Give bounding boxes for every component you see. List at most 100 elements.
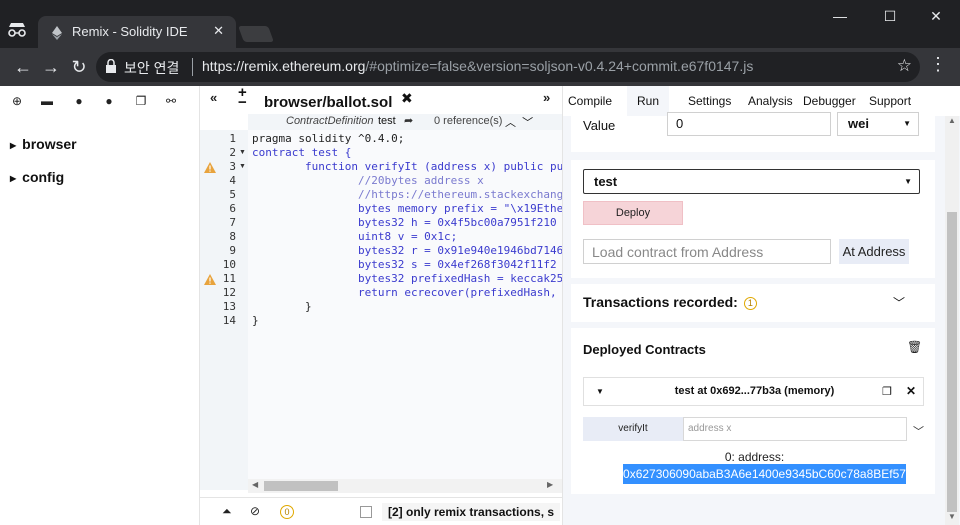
omnibox-divider (192, 58, 193, 76)
reload-icon[interactable]: ↻ (66, 54, 92, 80)
browser-tab[interactable]: Remix - Solidity IDE ✕ (38, 16, 236, 48)
line-number: 7 (229, 216, 236, 229)
editor-tabs: « + − browser/ballot.sol ✖ » (200, 85, 562, 116)
collapse-right-icon[interactable]: » (543, 90, 550, 105)
browser-menu-icon[interactable]: ⋮ (928, 54, 948, 75)
folder-browser[interactable]: ▶ browser (10, 136, 77, 152)
gist-icon[interactable]: ● (102, 94, 116, 110)
output-address[interactable]: 0x627306090abaB3A6e1400e9345bC60c78a8BEf… (623, 464, 906, 484)
deployed-contracts-title: Deployed Contracts (583, 342, 706, 357)
code-editor: « + − browser/ballot.sol ✖ » ContractDefi… (200, 85, 562, 525)
tab-run[interactable]: Run (627, 86, 670, 116)
terminal-filter-text: [2] only remix transactions, s (382, 503, 561, 521)
code-line: bytes32 s = 0x4ef268f3042f11f2 (252, 258, 557, 271)
line-number: 4 (229, 174, 236, 187)
minimize-icon[interactable]: — (820, 6, 860, 26)
horizontal-scrollbar[interactable]: ◀ ▶ (248, 479, 562, 493)
deploy-button[interactable]: Deploy (583, 201, 683, 225)
contract-select[interactable]: test ▼ (583, 169, 920, 194)
address-bar[interactable]: 보안 연결 https://remix.ethereum.org/#optimi… (96, 52, 920, 82)
close-icon[interactable]: ✕ (906, 384, 916, 398)
create-file-icon[interactable]: ⊕ (10, 94, 24, 110)
context-references: 0 reference(s) (434, 115, 503, 127)
trash-icon[interactable]: 🗑 (907, 340, 922, 354)
value-input[interactable]: 0 (667, 112, 831, 136)
tab-compile[interactable]: Compile (568, 94, 612, 108)
github-icon[interactable]: ● (72, 94, 86, 110)
file-tab-close-icon[interactable]: ✖ (401, 90, 413, 107)
tab-title: Remix - Solidity IDE (72, 24, 188, 39)
bookmark-star-icon[interactable]: ☆ (897, 56, 912, 76)
at-address-button[interactable]: At Address (839, 239, 909, 264)
back-icon[interactable]: ← (10, 54, 36, 80)
url-path: /#optimize=false&version=soljson-v0.4.24… (365, 58, 754, 74)
copy-files-icon[interactable]: ❐ (134, 94, 148, 110)
clear-console-icon[interactable]: ⊘ (250, 504, 260, 518)
load-address-input[interactable]: Load contract from Address (583, 239, 831, 264)
scroll-up-icon[interactable]: ▲ (948, 116, 956, 125)
line-number: 1 (229, 132, 236, 145)
function-button[interactable]: verifyIt (583, 417, 683, 441)
maximize-icon[interactable]: ☐ (870, 6, 910, 26)
remix-app: ⊕ ▬ ● ● ❐ ⚯ ▶ browser ▶ config « + − browse… (0, 85, 960, 525)
code-line: contract test { (252, 146, 352, 159)
transactions-recorded[interactable]: Transactions recorded: 1 (583, 294, 757, 310)
url-text: https://remix.ethereum.org/#optimize=fal… (202, 58, 753, 74)
tab-analysis[interactable]: Analysis (748, 94, 793, 108)
code-area[interactable]: pragma solidity ^0.4.0; contract test { … (248, 130, 562, 490)
tab-settings[interactable]: Settings (688, 94, 731, 108)
scroll-thumb[interactable] (947, 212, 957, 512)
vertical-scrollbar[interactable]: ▲ ▼ (945, 116, 959, 525)
code-line: function verifyIt (address x) public pu (252, 160, 562, 173)
file-tab[interactable]: browser/ballot.sol (258, 88, 401, 116)
scroll-thumb[interactable] (264, 481, 338, 491)
line-number: 3 (229, 160, 236, 173)
copy-icon[interactable]: ❐ (882, 385, 892, 398)
code-line: bytes32 h = 0x4f5bc00a7951f210 (252, 216, 557, 229)
url-host: https://remix.ethereum.org (202, 58, 366, 74)
terminal-toggle-icon[interactable]: ⏶ (222, 504, 232, 519)
contract-instance-header[interactable]: ▼ test at 0x692...77b3a (memory) ❐ ✕ (583, 377, 924, 406)
fold-icon[interactable]: ▼ (239, 163, 246, 170)
scroll-down-icon[interactable]: ▼ (948, 512, 956, 521)
collapse-left-icon[interactable]: « (210, 90, 217, 105)
code-line: } (252, 300, 312, 313)
font-size-icon[interactable]: + − (238, 85, 247, 110)
code-line: } (252, 314, 259, 327)
folder-config[interactable]: ▶ config (10, 169, 64, 185)
tab-debugger[interactable]: Debugger (803, 94, 856, 108)
window-close-icon[interactable]: ✕ (916, 6, 956, 26)
lock-icon (106, 58, 116, 73)
line-number: 14 (222, 314, 236, 327)
chevron-down-icon[interactable]: ﹀ (893, 294, 905, 311)
caret-right-icon: ▶ (10, 140, 17, 150)
transactions-count-badge: 1 (743, 296, 757, 310)
function-args-input[interactable]: address x (683, 417, 907, 441)
incognito-icon (6, 20, 28, 40)
tab-close-icon[interactable]: ✕ (213, 23, 224, 39)
tab-support[interactable]: Support (869, 94, 911, 108)
fold-icon[interactable]: ▼ (239, 149, 246, 156)
listen-checkbox[interactable] (360, 506, 372, 518)
chevron-down-icon[interactable]: ﹀ (913, 423, 924, 439)
line-number: 13 (222, 300, 236, 313)
forward-icon[interactable]: → (38, 54, 64, 80)
run-panel: Compile Run Settings Analysis Debugger S… (562, 86, 960, 525)
line-number: 10 (222, 258, 236, 271)
line-number: 2 (229, 146, 236, 159)
goto-definition-icon[interactable]: ➦ (404, 114, 413, 127)
line-number: 8 (229, 230, 236, 243)
line-number: 6 (229, 202, 236, 215)
connect-localhost-icon[interactable]: ⚯ (164, 94, 178, 110)
scroll-left-icon[interactable]: ◀ (252, 480, 258, 489)
scroll-right-icon[interactable]: ▶ (547, 480, 553, 489)
context-bar: ContractDefinition test ➦ 0 reference(s)… (248, 114, 562, 130)
code-line: return ecrecover(prefixedHash, (252, 286, 557, 299)
unit-select[interactable]: wei ▼ (837, 112, 919, 136)
code-line: //20bytes address x (252, 174, 484, 187)
new-tab-button[interactable] (238, 26, 274, 42)
caret-right-icon: ▶ (10, 173, 17, 183)
folder-label: browser (22, 136, 77, 152)
reference-nav[interactable]: ︿ ﹀ (505, 114, 533, 130)
open-folder-icon[interactable]: ▬ (40, 94, 54, 110)
